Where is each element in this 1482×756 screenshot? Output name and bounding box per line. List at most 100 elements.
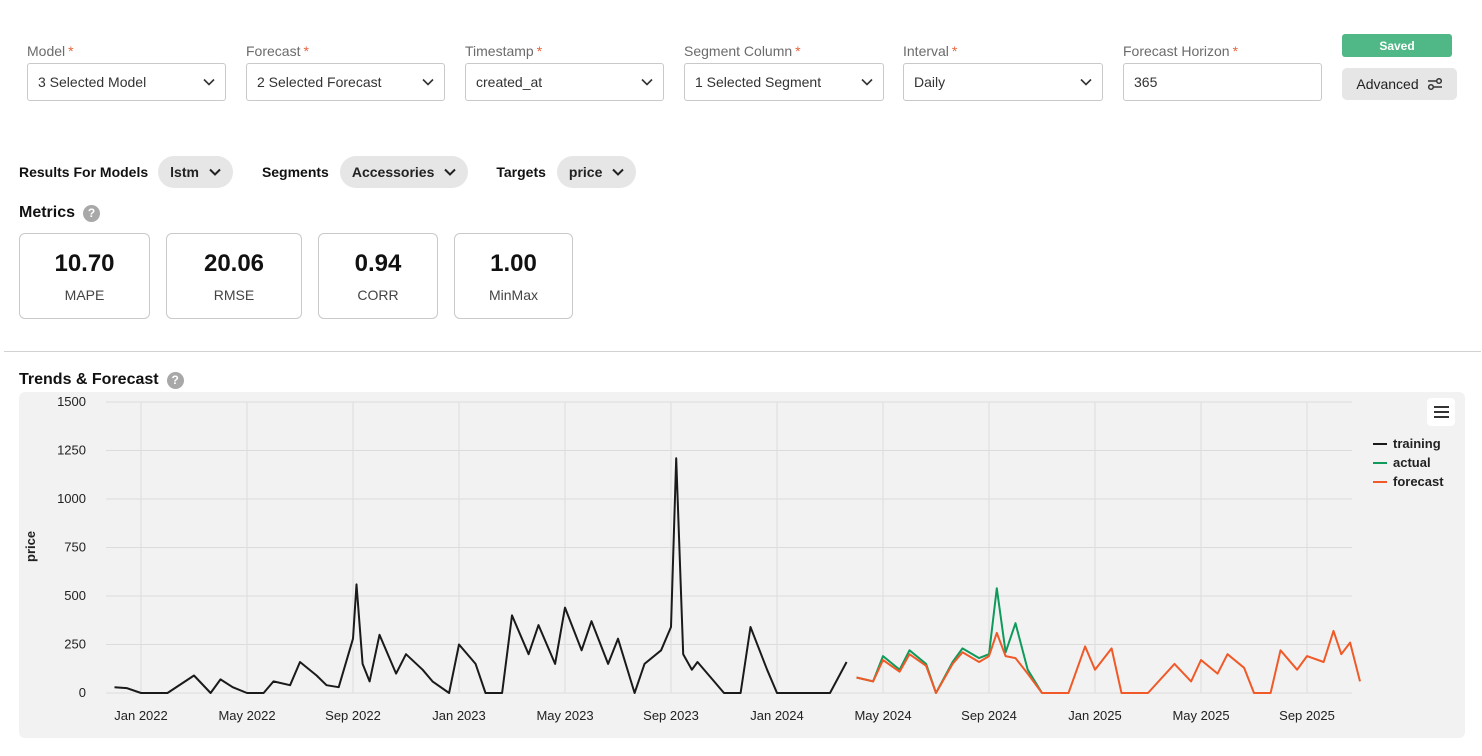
model-select-value: 3 Selected Model	[38, 74, 147, 90]
interval-label: Interval *	[903, 43, 958, 59]
chart-legend: training actual forecast	[1373, 434, 1444, 491]
metric-name: CORR	[357, 286, 399, 303]
interval-select[interactable]: Daily	[903, 63, 1103, 101]
x-tick-label: Jan 2022	[114, 708, 168, 723]
metric-name: RMSE	[213, 286, 255, 303]
trends-forecast-title: Trends & Forecast ?	[19, 371, 184, 389]
x-tick-label: Sep 2023	[643, 708, 699, 723]
forecast-horizon-value: 365	[1134, 74, 1158, 90]
interval-select-value: Daily	[914, 74, 946, 90]
trends-forecast-title-text: Trends & Forecast	[19, 371, 159, 388]
targets-filter-value: price	[568, 164, 603, 180]
metric-card-minmax: 1.00 MinMax	[454, 233, 573, 319]
legend-swatch	[1373, 442, 1387, 445]
forecast-label: Forecast *	[246, 43, 309, 59]
y-tick-label: 1500	[57, 394, 86, 409]
saved-button[interactable]: Saved	[1342, 34, 1452, 57]
x-tick-label: May 2023	[536, 708, 593, 723]
x-tick-label: Jan 2023	[432, 708, 486, 723]
chevron-down-icon	[641, 78, 653, 86]
model-field: Model * 3 Selected Model	[27, 42, 226, 101]
segment-column-field: Segment Column * 1 Selected Segment	[684, 42, 884, 101]
models-filter-value: lstm	[170, 164, 199, 180]
forecast-horizon-input[interactable]: 365	[1123, 63, 1322, 101]
forecast-horizon-label: Forecast Horizon *	[1123, 43, 1239, 59]
series-line-forecast	[856, 629, 1361, 694]
x-tick-label: Sep 2025	[1279, 708, 1335, 723]
help-icon[interactable]: ?	[83, 204, 101, 222]
forecast-horizon-field: Forecast Horizon * 365	[1123, 42, 1322, 101]
models-filter-pill[interactable]: lstm	[158, 156, 233, 188]
metric-card-mape: 10.70 MAPE	[19, 233, 150, 319]
trends-chart: 0 250 500 750 1000 1250 1500 Jan 2022 May 2022 Se…	[19, 392, 1465, 738]
chevron-down-icon	[203, 78, 215, 86]
chart-menu-icon[interactable]	[1427, 398, 1455, 426]
metric-value: 10.70	[54, 249, 115, 277]
model-label: Model *	[27, 43, 74, 59]
chart-svg: 0 250 500 750 1000 1250 1500 Jan 2022 May 2022 Se…	[57, 394, 1361, 723]
metric-card-corr: 0.94 CORR	[318, 233, 438, 319]
section-divider	[4, 351, 1481, 352]
series-line-actual	[856, 587, 1043, 694]
chevron-down-icon	[422, 78, 434, 86]
metric-card-rmse: 20.06 RMSE	[166, 233, 302, 319]
targets-filter-pill[interactable]: price	[556, 156, 637, 188]
legend-swatch	[1373, 461, 1387, 464]
legend-label: training	[1393, 436, 1441, 451]
legend-label: forecast	[1393, 474, 1444, 489]
timestamp-select-value: created_at	[476, 74, 543, 90]
y-tick-label: 1000	[57, 491, 86, 506]
chevron-down-icon	[444, 168, 457, 176]
metrics-title: Metrics ?	[19, 204, 101, 222]
forecast-field: Forecast * 2 Selected Forecast	[246, 42, 445, 101]
metric-value: 0.94	[354, 249, 402, 277]
timestamp-field: Timestamp * created_at	[465, 42, 664, 101]
chevron-down-icon	[1080, 78, 1092, 86]
x-tick-label: Jan 2024	[750, 708, 804, 723]
advanced-button-label: Advanced	[1356, 76, 1419, 92]
interval-field: Interval * Daily	[903, 42, 1103, 101]
models-filter-label: Results For Models	[19, 164, 149, 180]
x-tick-label: May 2025	[1172, 708, 1229, 723]
segments-filter-label: Segments	[261, 164, 329, 180]
timestamp-select[interactable]: created_at	[465, 63, 664, 101]
x-tick-label: May 2022	[218, 708, 275, 723]
targets-filter-label: Targets	[496, 164, 546, 180]
segments-filter-pill[interactable]: Accessories	[339, 156, 469, 188]
y-axis-title: price	[23, 530, 38, 562]
y-tick-label: 1250	[57, 443, 86, 458]
sliders-icon	[1427, 77, 1442, 91]
metric-name: MinMax	[488, 286, 538, 303]
x-tick-label: Jan 2025	[1068, 708, 1122, 723]
segment-column-label: Segment Column *	[684, 43, 801, 59]
segment-column-select[interactable]: 1 Selected Segment	[684, 63, 884, 101]
results-filter-row: Results For Models lstm Segments Accesso…	[19, 156, 637, 188]
y-tick-label: 750	[64, 540, 86, 555]
chevron-down-icon	[861, 78, 873, 86]
segments-filter-value: Accessories	[351, 164, 435, 180]
forecast-select-value: 2 Selected Forecast	[257, 74, 382, 90]
legend-item-actual[interactable]: actual	[1373, 453, 1444, 472]
advanced-button[interactable]: Advanced	[1342, 68, 1457, 100]
segment-column-select-value: 1 Selected Segment	[695, 74, 822, 90]
help-icon[interactable]: ?	[166, 371, 184, 389]
x-tick-label: Sep 2024	[961, 708, 1017, 723]
y-tick-label: 250	[64, 637, 86, 652]
x-tick-label: May 2024	[854, 708, 911, 723]
y-tick-label: 500	[64, 588, 86, 603]
model-select[interactable]: 3 Selected Model	[27, 63, 226, 101]
legend-item-forecast[interactable]: forecast	[1373, 472, 1444, 491]
chevron-down-icon	[612, 168, 625, 176]
legend-item-training[interactable]: training	[1373, 434, 1444, 453]
series-line-training	[114, 457, 848, 694]
metric-value: 20.06	[203, 249, 265, 277]
timestamp-label: Timestamp *	[465, 43, 543, 59]
metrics-title-text: Metrics	[19, 204, 76, 221]
forecast-select[interactable]: 2 Selected Forecast	[246, 63, 445, 101]
metric-name: MAPE	[64, 286, 105, 303]
x-tick-label: Sep 2022	[325, 708, 381, 723]
legend-swatch	[1373, 480, 1387, 483]
y-tick-label: 0	[79, 685, 86, 700]
legend-label: actual	[1393, 455, 1431, 470]
chevron-down-icon	[209, 168, 221, 176]
